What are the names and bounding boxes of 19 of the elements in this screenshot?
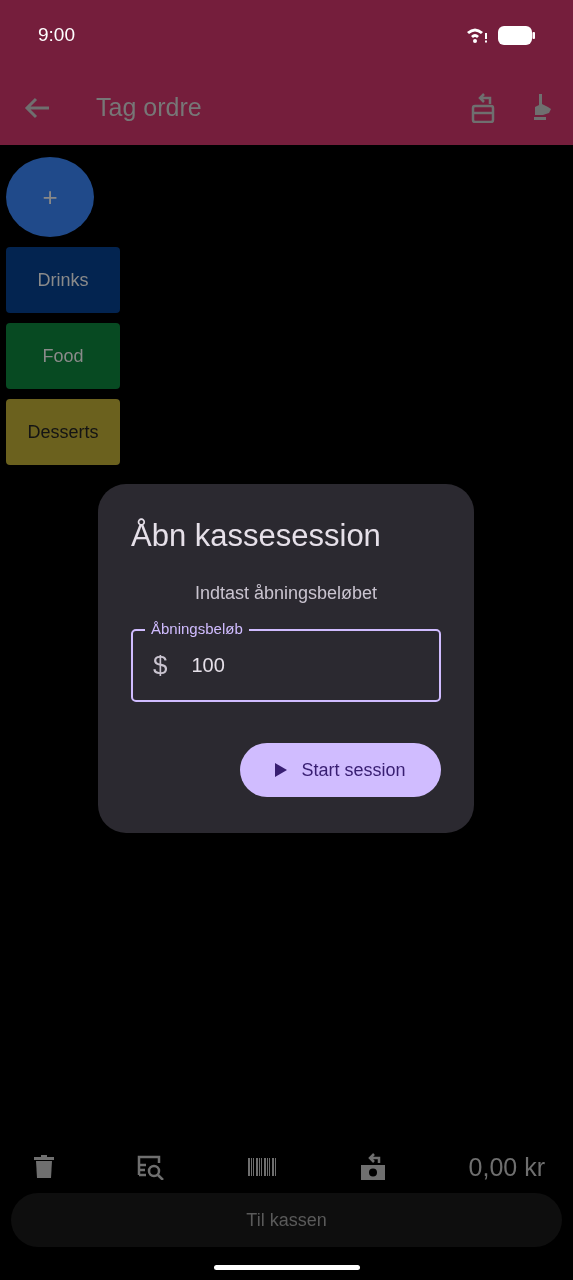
wifi-icon <box>466 27 488 43</box>
dialog-title: Åbn kassesession <box>131 518 382 554</box>
category-button[interactable]: Food <box>6 323 120 389</box>
add-category-button[interactable]: + <box>6 157 94 237</box>
battery-icon <box>498 25 535 45</box>
trash-icon[interactable] <box>34 1155 54 1179</box>
barcode-icon[interactable] <box>247 1158 277 1176</box>
status-time: 9:00 <box>38 24 75 46</box>
screen-title: Tag ordre <box>96 93 203 122</box>
category-button[interactable]: Desserts <box>6 399 120 465</box>
start-session-button[interactable]: Start session <box>240 743 441 797</box>
dialog-message: Indtast åbningsbeløbet <box>193 583 379 604</box>
register-return-icon[interactable] <box>471 92 495 123</box>
search-list-icon[interactable] <box>136 1154 165 1180</box>
cash-return-icon[interactable] <box>359 1153 386 1181</box>
order-total: 0,00 kr <box>468 1152 545 1182</box>
category-button[interactable]: Drinks <box>6 247 120 313</box>
back-icon[interactable] <box>24 96 50 119</box>
play-icon <box>275 763 288 777</box>
